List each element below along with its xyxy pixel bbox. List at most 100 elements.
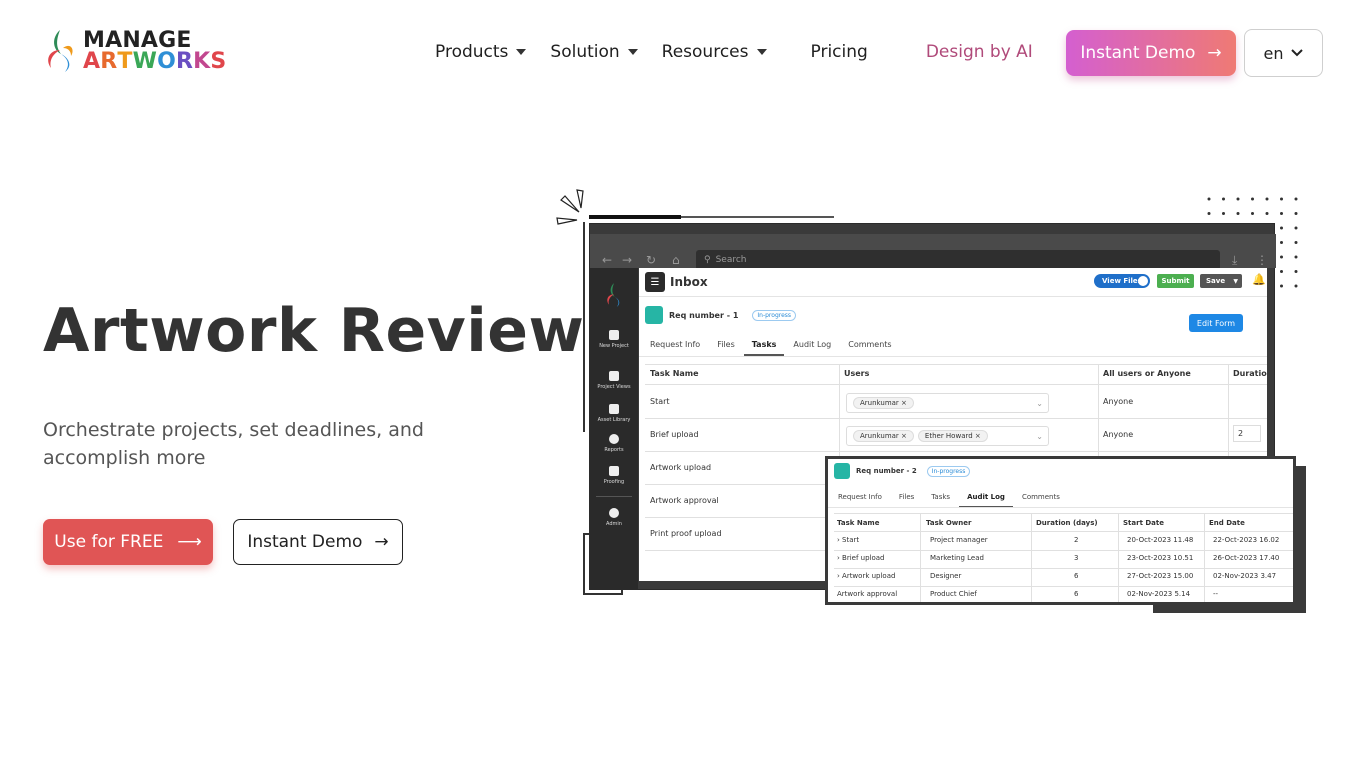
use-for-free-button[interactable]: Use for FREE ⟶ — [43, 519, 213, 565]
table-cell: › Start — [837, 536, 860, 544]
table-cell: Print proof upload — [650, 529, 722, 538]
settings-sliders-icon — [834, 463, 850, 479]
tab-audit-log: Audit Log — [959, 493, 1013, 508]
dot — [1280, 226, 1283, 230]
button-label: Instant Demo — [1080, 43, 1196, 63]
logo-text: MANAGE ARTWORKS — [83, 28, 227, 74]
table-header: Users — [844, 369, 870, 378]
nav-pricing[interactable]: Pricing — [811, 42, 868, 62]
hero-subtitle: Orchestrate projects, set deadlines, and… — [43, 419, 424, 469]
tab-comments: Comments — [848, 340, 892, 349]
table-cell: Artwork approval — [650, 496, 719, 505]
nav-label: Resources — [661, 42, 749, 62]
table-row-divider — [645, 484, 839, 485]
chevron-down-icon — [1291, 49, 1304, 57]
save-label: Save — [1206, 277, 1226, 285]
table-cell: Artwork approval — [837, 590, 898, 598]
table-cell: Product Chief — [930, 590, 977, 598]
table-cell: 20-Oct-2023 11.48 — [1127, 536, 1194, 544]
users-select: Arunkumar × ⌄ — [846, 393, 1049, 413]
nav-design-by-ai[interactable]: Design by AI — [926, 42, 1033, 62]
browser-search-bar: ⚲ Search — [696, 250, 1220, 270]
save-button: Save ▼ — [1200, 274, 1242, 288]
logo-line2: ARTWORKS — [83, 49, 227, 74]
table-row-divider — [834, 604, 1294, 605]
logo-letter: W — [132, 49, 158, 74]
dot — [1294, 212, 1298, 215]
submit-button: Submit — [1157, 274, 1194, 288]
table-cell: 23-Oct-2023 10.51 — [1127, 554, 1194, 562]
chevron-down-icon — [627, 49, 638, 55]
dot — [1280, 255, 1283, 259]
nav-products[interactable]: Products — [435, 42, 527, 62]
request-tabs: Request Info Files Tasks Audit Log Comments — [650, 340, 909, 356]
nav-solution[interactable]: Solution — [550, 42, 638, 62]
request-header-1: Req number - 1 In-progress — [645, 306, 797, 324]
decoration-line — [589, 215, 681, 219]
table-cell: Anyone — [1103, 430, 1134, 439]
sidebar-label: New Project — [599, 343, 629, 349]
logo-swirl-icon — [48, 30, 73, 72]
dot — [1294, 197, 1298, 201]
logo[interactable]: MANAGE ARTWORKS — [43, 28, 226, 74]
table-cell: Marketing Lead — [930, 554, 984, 562]
chevron-down-icon: ⌄ — [1036, 398, 1043, 408]
dot — [1222, 197, 1225, 201]
dot — [1280, 270, 1283, 273]
instant-demo-button-header[interactable]: Instant Demo → — [1066, 30, 1236, 76]
instant-demo-button[interactable]: Instant Demo → — [233, 519, 403, 565]
browser-toolbar: ← → ↻ ⌂ ⚲ Search ⤓ ⋮ — [590, 234, 1276, 270]
inbox-title: Inbox — [670, 275, 708, 289]
logo-letter: R — [175, 49, 194, 74]
chevron-down-icon: ⌄ — [1036, 431, 1043, 441]
folder-icon — [609, 404, 619, 414]
table-column-divider — [1204, 513, 1205, 602]
table-header: Task Name — [650, 369, 699, 378]
sidebar-item-reports: Reports — [590, 434, 638, 453]
tab-files: Files — [898, 493, 915, 501]
toggle-label: View Files — [1102, 277, 1142, 285]
edit-form-button: Edit Form — [1189, 314, 1243, 332]
table-row-divider — [834, 550, 1293, 551]
logo-letter: S — [210, 49, 227, 74]
table-cell: 6 — [1074, 590, 1079, 598]
table-gridline — [834, 513, 1293, 514]
dot — [1280, 284, 1283, 288]
sidebar-item-project-views: Project Views — [590, 371, 638, 390]
back-arrow-icon: ← — [602, 253, 613, 267]
logo-line1: MANAGE — [83, 28, 192, 53]
list-icon: ☰ — [645, 272, 665, 292]
nav-label: Products — [435, 42, 509, 62]
tab-request-info: Request Info — [838, 493, 882, 501]
clipboard-icon — [609, 371, 619, 381]
users-select: Arunkumar × Ether Howard × ⌄ — [846, 426, 1049, 446]
table-cell: 26-Oct-2023 17.40 — [1213, 554, 1280, 562]
table-cell: 22-Oct-2023 16.02 — [1213, 536, 1280, 544]
logo-letter: T — [117, 49, 133, 74]
table-header: Task Name — [837, 519, 880, 527]
dot — [1294, 241, 1298, 244]
page: MANAGE ARTWORKS Products Solution Resour… — [0, 0, 1366, 768]
table-cell: -- — [1213, 590, 1219, 598]
table-cell: 02-Nov-2023 5.14 — [1127, 590, 1191, 598]
request-number: Req number - 2 — [856, 467, 917, 475]
language-selector[interactable]: en — [1244, 29, 1323, 77]
arrow-right-icon: → — [1207, 43, 1222, 63]
dot — [1265, 197, 1269, 201]
dot — [1294, 226, 1298, 230]
arrow-right-icon: ⟶ — [177, 532, 202, 552]
divider — [828, 507, 1293, 508]
table-gridline — [645, 364, 1267, 365]
tab-request-info: Request Info — [650, 340, 701, 349]
nav-label: Design by AI — [925, 42, 1033, 62]
nav-resources[interactable]: Resources — [662, 42, 767, 62]
app-sidebar: New Project Project Views Asset Library … — [590, 268, 638, 590]
sidebar-label: Asset Library — [597, 417, 631, 423]
logo-letter: A — [83, 49, 101, 74]
table-column-divider — [920, 513, 921, 602]
sidebar-label: Reports — [604, 447, 624, 453]
request-header-2: Req number - 2 In-progress — [834, 463, 971, 479]
table-cell: 2 — [1074, 536, 1079, 544]
button-label: Use for FREE — [54, 532, 164, 552]
table-cell: Artwork upload — [650, 463, 712, 472]
